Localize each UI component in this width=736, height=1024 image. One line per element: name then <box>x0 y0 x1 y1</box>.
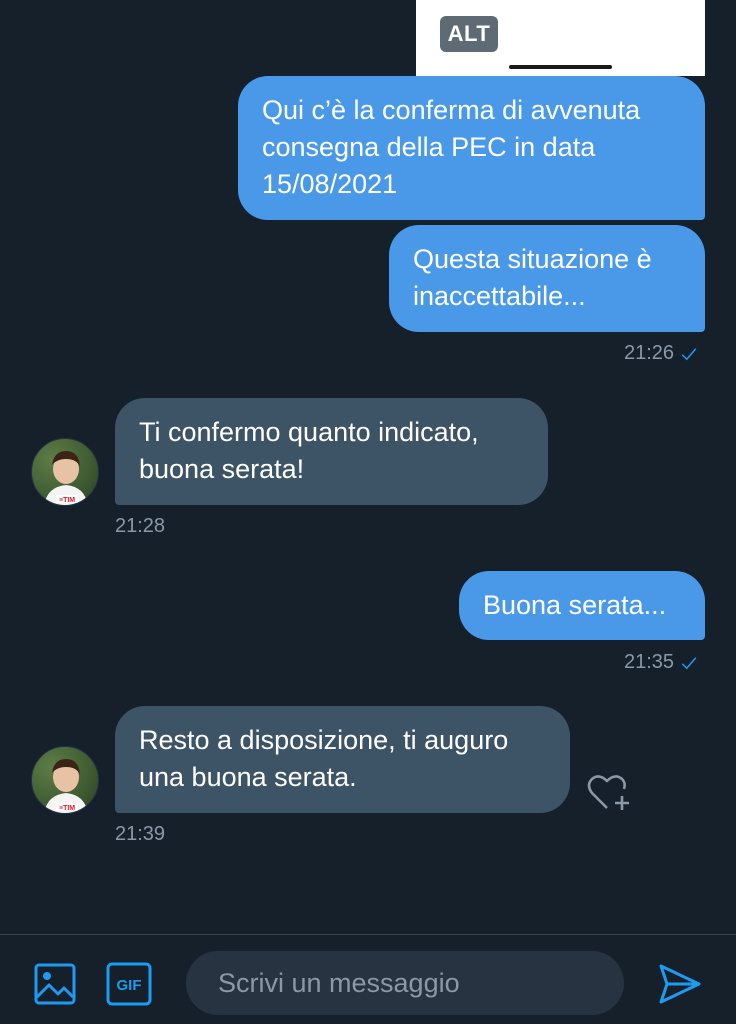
svg-text:≡TIM: ≡TIM <box>59 497 75 504</box>
message-line: Buona serata... <box>483 590 667 620</box>
message-line: inaccettabile... <box>413 281 586 311</box>
message-line: buona serata! <box>139 454 305 484</box>
message-bubble-outgoing[interactable]: Questa situazione è inaccettabile... <box>389 225 705 332</box>
message-input[interactable]: Scrivi un messaggio <box>186 951 624 1015</box>
alt-badge[interactable]: ALT <box>440 16 498 52</box>
timestamp-text: 21:26 <box>624 342 675 364</box>
check-icon <box>681 347 697 360</box>
message-input-placeholder: Scrivi un messaggio <box>218 967 460 998</box>
svg-text:≡TIM: ≡TIM <box>59 805 75 812</box>
avatar-image: ≡TIM <box>44 759 88 813</box>
check-icon <box>681 656 697 669</box>
message-timestamp: 21:39 <box>115 823 166 845</box>
message-line: Questa situazione è <box>413 244 652 274</box>
message-line: 15/08/2021 <box>262 169 398 199</box>
avatar[interactable]: ≡TIM <box>31 746 99 814</box>
message-timestamp: 21:26 <box>624 342 698 365</box>
message-line: consegna della PEC in data <box>262 132 596 162</box>
message-bubble-incoming[interactable]: Resto a disposizione, ti auguro una buon… <box>115 706 570 813</box>
media-indicator <box>509 65 612 69</box>
gif-icon[interactable]: GIF <box>106 962 152 1006</box>
image-icon[interactable] <box>34 963 76 1005</box>
message-bubble-incoming[interactable]: Ti confermo quanto indicato, buona serat… <box>115 398 548 505</box>
message-line: Qui c’è la conferma di avvenuta <box>262 95 641 125</box>
message-composer: GIF Scrivi un messaggio <box>0 934 736 1024</box>
heart-add-icon[interactable] <box>586 770 634 814</box>
message-bubble-outgoing[interactable]: Qui c’è la conferma di avvenuta consegna… <box>238 76 705 220</box>
send-icon[interactable] <box>658 963 702 1005</box>
message-timestamp: 21:35 <box>624 651 698 674</box>
message-timestamp: 21:28 <box>115 515 166 537</box>
message-line: una buona serata. <box>139 762 357 792</box>
message-line: Ti confermo quanto indicato, <box>139 417 479 447</box>
avatar-image: ≡TIM <box>44 451 88 505</box>
message-bubble-outgoing[interactable]: Buona serata... <box>459 571 705 640</box>
timestamp-text: 21:35 <box>624 651 675 673</box>
message-line: Resto a disposizione, ti auguro <box>139 725 509 755</box>
gif-label: GIF <box>117 977 142 994</box>
media-attachment[interactable]: ALT <box>416 0 705 76</box>
avatar[interactable]: ≡TIM <box>31 438 99 506</box>
